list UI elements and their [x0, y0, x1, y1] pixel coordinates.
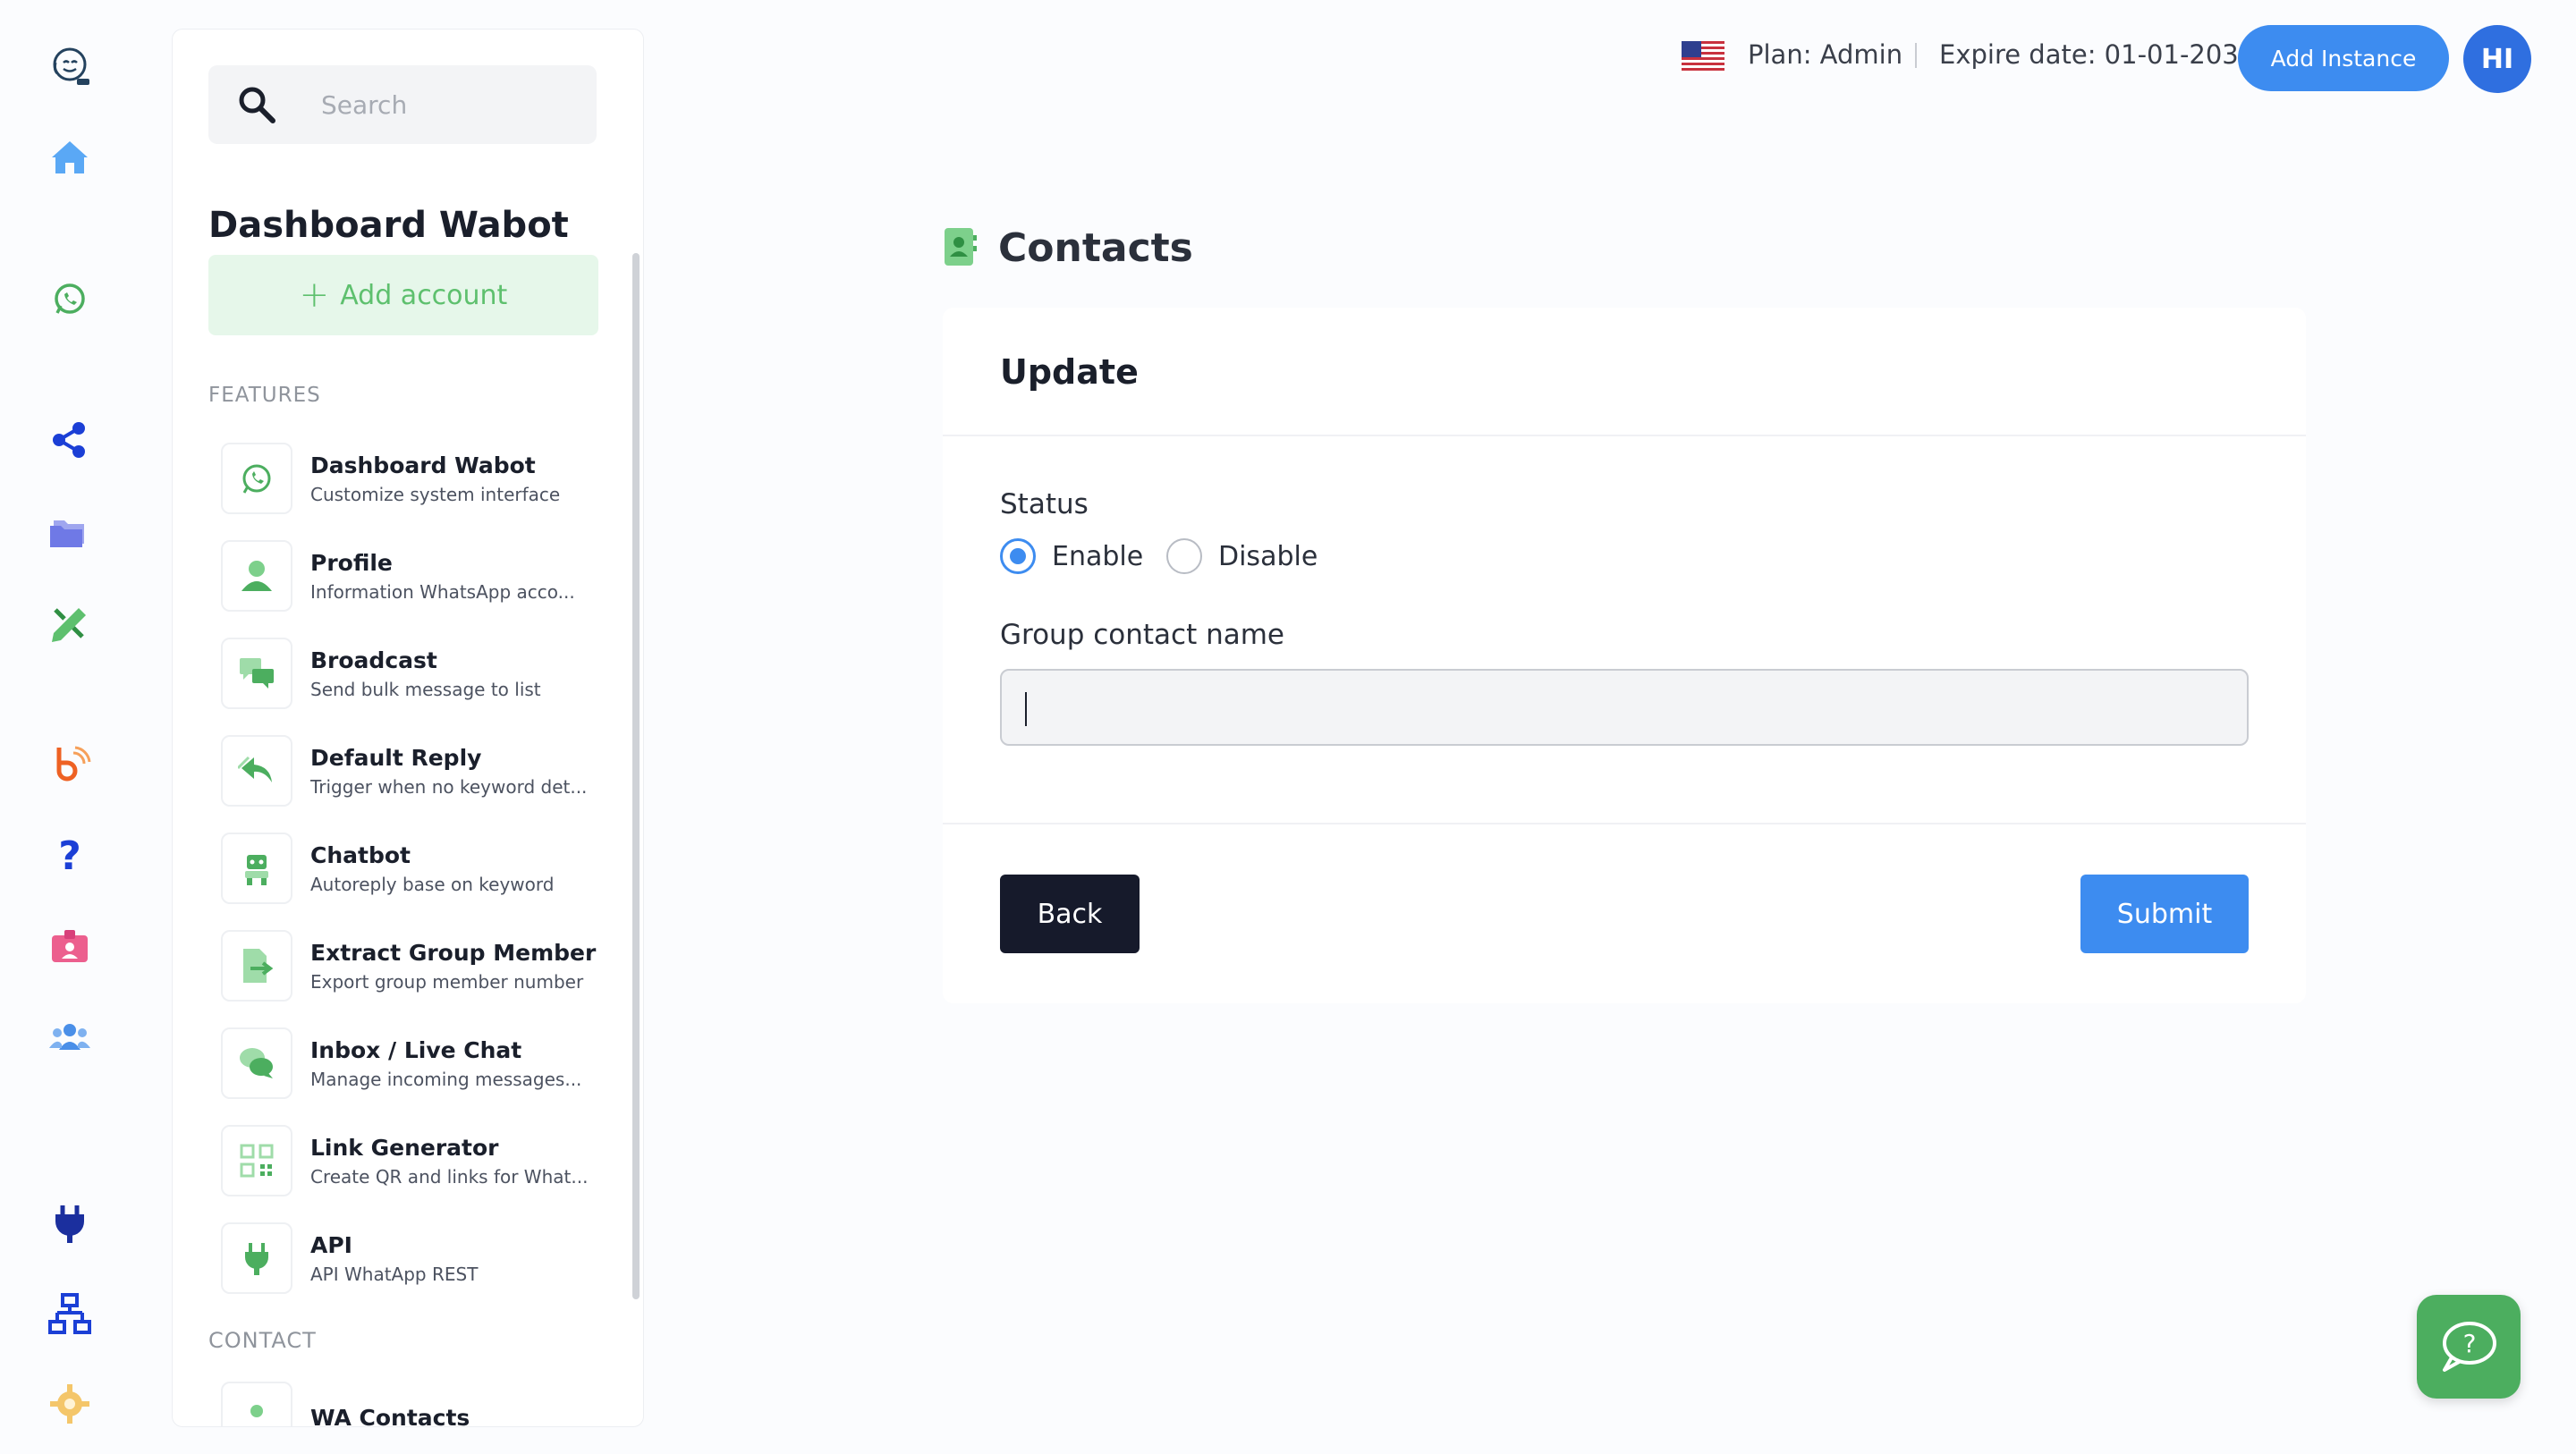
status-enable-radio[interactable]: Enable: [1000, 538, 1143, 574]
sidebar-title: Dashboard Wabot: [208, 205, 569, 246]
status-enable-label: Enable: [1052, 540, 1144, 572]
page-header: Contacts: [943, 225, 1193, 271]
settings-gear-icon[interactable]: [39, 1374, 100, 1434]
help-chat-icon: ?: [2443, 1322, 2496, 1372]
feature-dashboard-wabot[interactable]: Dashboard Wabot Customize system interfa…: [221, 441, 597, 516]
robot-icon: [221, 833, 292, 904]
feature-subtitle: Autoreply base on keyword: [310, 873, 555, 895]
qr-icon: [221, 1125, 292, 1196]
feature-title: Inbox / Live Chat: [310, 1036, 522, 1063]
search-placeholder[interactable]: Search: [321, 90, 407, 120]
group-contact-name-input[interactable]: [1000, 669, 2249, 746]
feature-subtitle: Information WhatsApp acco...: [310, 580, 575, 603]
whatsapp-icon[interactable]: [39, 268, 100, 329]
feature-broadcast[interactable]: Broadcast Send bulk message to list: [221, 636, 597, 711]
expire-date-text: Expire date: 01-01-2038: [1939, 39, 2256, 70]
feature-subtitle: Customize system interface: [310, 483, 561, 505]
feature-subtitle: Trigger when no keyword det...: [310, 775, 588, 798]
page-title: Contacts: [998, 225, 1193, 271]
feature-subtitle: Create QR and links for What...: [310, 1165, 589, 1188]
radio-selected-indicator[interactable]: [1000, 538, 1036, 574]
submit-button[interactable]: Submit: [2080, 875, 2249, 953]
sidebar-scrollbar[interactable]: [632, 253, 640, 1299]
contact-section-label: CONTACT: [208, 1328, 317, 1353]
folder-icon[interactable]: [39, 501, 100, 562]
svg-text:?: ?: [2463, 1329, 2477, 1358]
feature-title: Dashboard Wabot: [310, 452, 536, 478]
features-section-label: FEATURES: [208, 384, 321, 407]
help-chat-button[interactable]: ?: [2417, 1295, 2521, 1399]
plug-icon: [221, 1222, 292, 1294]
sidebar-panel: Search Dashboard Wabot + Add account FEA…: [172, 29, 644, 1427]
contact-item-title: WA Contacts: [310, 1404, 470, 1427]
update-card: Update Status Enable Disable Group conta…: [943, 308, 2306, 1003]
feature-title: Profile: [310, 549, 393, 576]
plus-icon: +: [299, 275, 330, 316]
card-title: Update: [1000, 352, 1139, 392]
text-caret: [1025, 692, 1027, 726]
icon-rail: ?: [0, 0, 140, 1454]
bitly-icon[interactable]: [39, 733, 100, 794]
search-box[interactable]: Search: [208, 65, 597, 144]
app-root: ? Search Dashboard Wabot + Add account F…: [0, 0, 2576, 1454]
feature-title: Broadcast: [310, 647, 437, 673]
contact-icon: [221, 1382, 292, 1426]
feature-title: Extract Group Member: [310, 939, 597, 966]
add-instance-button[interactable]: Add Instance: [2238, 25, 2449, 91]
pencil-ruler-icon[interactable]: [39, 592, 100, 653]
feature-api[interactable]: API API WhatApp REST: [221, 1221, 597, 1296]
user-icon: [221, 540, 292, 612]
home-icon[interactable]: [39, 127, 100, 188]
topbar-separator: [1915, 43, 1917, 68]
plug-icon[interactable]: [39, 1193, 100, 1254]
status-disable-label: Disable: [1218, 540, 1318, 572]
status-disable-radio[interactable]: Disable: [1166, 538, 1318, 574]
export-icon: [221, 930, 292, 1002]
help-question-icon[interactable]: ?: [39, 824, 100, 885]
whatsapp-icon: [221, 443, 292, 514]
feature-chatbot[interactable]: Chatbot Autoreply base on keyword: [221, 831, 597, 906]
users-icon[interactable]: [39, 1007, 100, 1068]
broadcast-icon: [221, 638, 292, 709]
user-avatar[interactable]: HI: [2463, 25, 2531, 93]
card-divider-top: [943, 435, 2306, 436]
group-contact-name-label: Group contact name: [1000, 619, 1285, 651]
contact-book-icon: [943, 226, 979, 271]
feature-subtitle: Export group member number: [310, 970, 584, 993]
feature-title: API: [310, 1231, 352, 1258]
feature-link-generator[interactable]: Link Generator Create QR and links for W…: [221, 1123, 597, 1198]
feature-title: Link Generator: [310, 1134, 499, 1161]
card-divider-bottom: [943, 823, 2306, 824]
add-account-label: Add account: [340, 279, 508, 311]
feature-title: Chatbot: [310, 841, 411, 868]
add-account-button[interactable]: + Add account: [208, 255, 598, 335]
feature-subtitle: Manage incoming messages...: [310, 1068, 582, 1090]
feature-subtitle: Send bulk message to list: [310, 678, 541, 700]
feature-title: Default Reply: [310, 744, 482, 771]
feature-extract-group-member[interactable]: Extract Group Member Export group member…: [221, 928, 597, 1003]
feature-inbox-live-chat[interactable]: Inbox / Live Chat Manage incoming messag…: [221, 1026, 597, 1101]
chat-icon: [221, 1027, 292, 1099]
feature-profile[interactable]: Profile Information WhatsApp acco...: [221, 538, 597, 613]
us-flag-icon[interactable]: [1682, 41, 1724, 73]
contact-item-wa-contacts[interactable]: WA Contacts: [221, 1380, 597, 1427]
share-icon[interactable]: [39, 410, 100, 470]
back-button[interactable]: Back: [1000, 875, 1140, 953]
reply-icon: [221, 735, 292, 807]
status-label: Status: [1000, 488, 1089, 520]
feature-default-reply[interactable]: Default Reply Trigger when no keyword de…: [221, 733, 597, 808]
feature-subtitle: API WhatApp REST: [310, 1263, 479, 1285]
network-icon[interactable]: [39, 1284, 100, 1345]
app-logo-icon[interactable]: [39, 36, 100, 97]
search-icon: [228, 76, 285, 133]
radio-unselected-indicator[interactable]: [1166, 538, 1202, 574]
svg-text:?: ?: [58, 833, 81, 878]
id-badge-icon[interactable]: [39, 916, 100, 976]
plan-text: Plan: Admin: [1748, 39, 1903, 70]
